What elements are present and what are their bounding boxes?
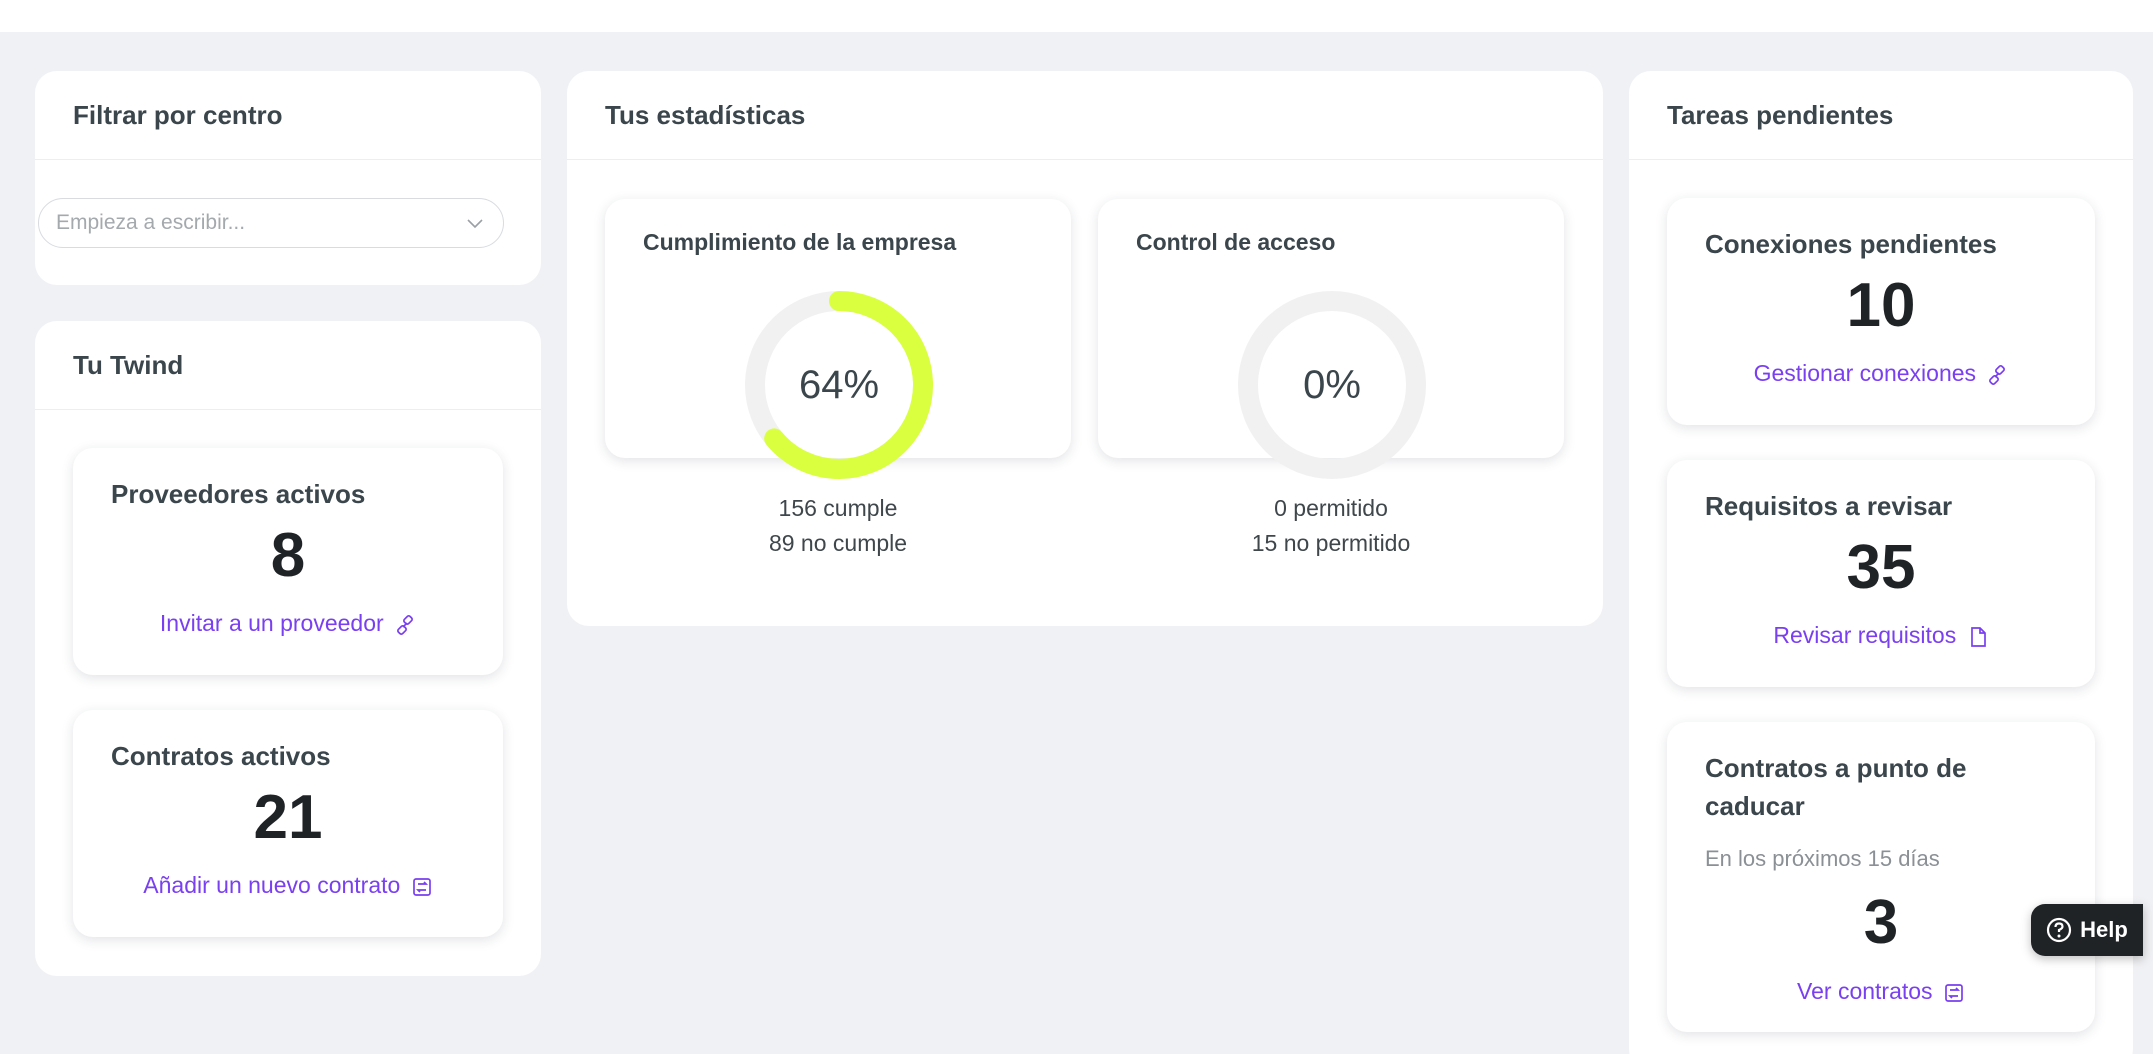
requirements-review-card: Requisitos a revisar 35 Revisar requisit…	[1667, 460, 2095, 687]
non-compliant-count: 89 no cumple	[768, 530, 908, 556]
card-subtitle: En los próximos 15 días	[1705, 846, 1940, 871]
review-requirements-link[interactable]: Revisar requisitos	[1667, 622, 2095, 649]
donut-percent: 0%	[1303, 362, 1361, 407]
stats-panel-title: Tus estadísticas	[567, 71, 1603, 160]
card-title: Contratos a punto de caducar	[1705, 753, 1967, 821]
card-value: 10	[1846, 271, 1916, 340]
chevron-down-icon	[467, 219, 483, 229]
filter-panel-title: Filtrar por centro	[35, 71, 541, 160]
invite-supplier-link[interactable]: Invitar a un proveedor	[73, 610, 503, 637]
allowed-count: 0 permitido	[1274, 495, 1388, 521]
manage-connections-link[interactable]: Gestionar conexiones	[1667, 360, 2095, 387]
compliant-count: 156 cumple	[778, 495, 898, 521]
card-value: 21	[253, 783, 323, 852]
add-contract-link[interactable]: Añadir un nuevo contrato	[73, 872, 503, 899]
twind-panel: Tu Twind Proveedores activos 8 Invitar a…	[35, 321, 541, 976]
link-icon	[1989, 364, 2006, 385]
question-circle-icon	[2047, 917, 2072, 943]
help-label: Help	[2080, 917, 2128, 942]
card-title: Requisitos a revisar	[1705, 491, 1953, 521]
card-value: 35	[1846, 533, 1916, 602]
search-placeholder: Empieza a escribir...	[56, 211, 246, 234]
active-suppliers-card: Proveedores activos 8 Invitar a un prove…	[73, 448, 503, 675]
card-title: Conexiones pendientes	[1705, 229, 1997, 259]
help-button[interactable]: Help	[2031, 904, 2143, 956]
not-allowed-count: 15 no permitido	[1251, 530, 1411, 556]
chart-title: Control de acceso	[1136, 229, 1336, 255]
stats-panel: Tus estadísticas Cumplimiento de la empr…	[567, 71, 1603, 626]
expiring-contracts-card: Contratos a punto de caducar En los próx…	[1667, 722, 2095, 1032]
view-contracts-link[interactable]: Ver contratos	[1667, 978, 2095, 1005]
twind-panel-title: Tu Twind	[35, 321, 541, 410]
donut-percent: 64%	[798, 362, 880, 407]
tasks-panel-title: Tareas pendientes	[1629, 71, 2133, 160]
active-contracts-card: Contratos activos 21 Añadir un nuevo con…	[73, 710, 503, 937]
access-control-chart-card: Control de acceso 0% 0 permitido 15 no p…	[1098, 199, 1564, 556]
top-bar	[0, 0, 2153, 32]
filter-panel: Filtrar por centro	[35, 71, 541, 285]
compliance-chart-card: Cumplimiento de la empresa 64% 156 cumpl…	[605, 199, 1071, 556]
card-title: Contratos activos	[111, 741, 331, 771]
card-value: 8	[270, 521, 306, 590]
center-search-select[interactable]: Empieza a escribir...	[38, 198, 504, 248]
link-icon	[397, 614, 414, 635]
contract-icon	[1945, 984, 1963, 1002]
pending-connections-card: Conexiones pendientes 10 Gestionar conex…	[1667, 198, 2095, 425]
card-title: Proveedores activos	[111, 479, 366, 509]
chart-title: Cumplimiento de la empresa	[643, 229, 957, 255]
document-icon	[1970, 627, 1986, 647]
contract-icon	[412, 878, 431, 896]
